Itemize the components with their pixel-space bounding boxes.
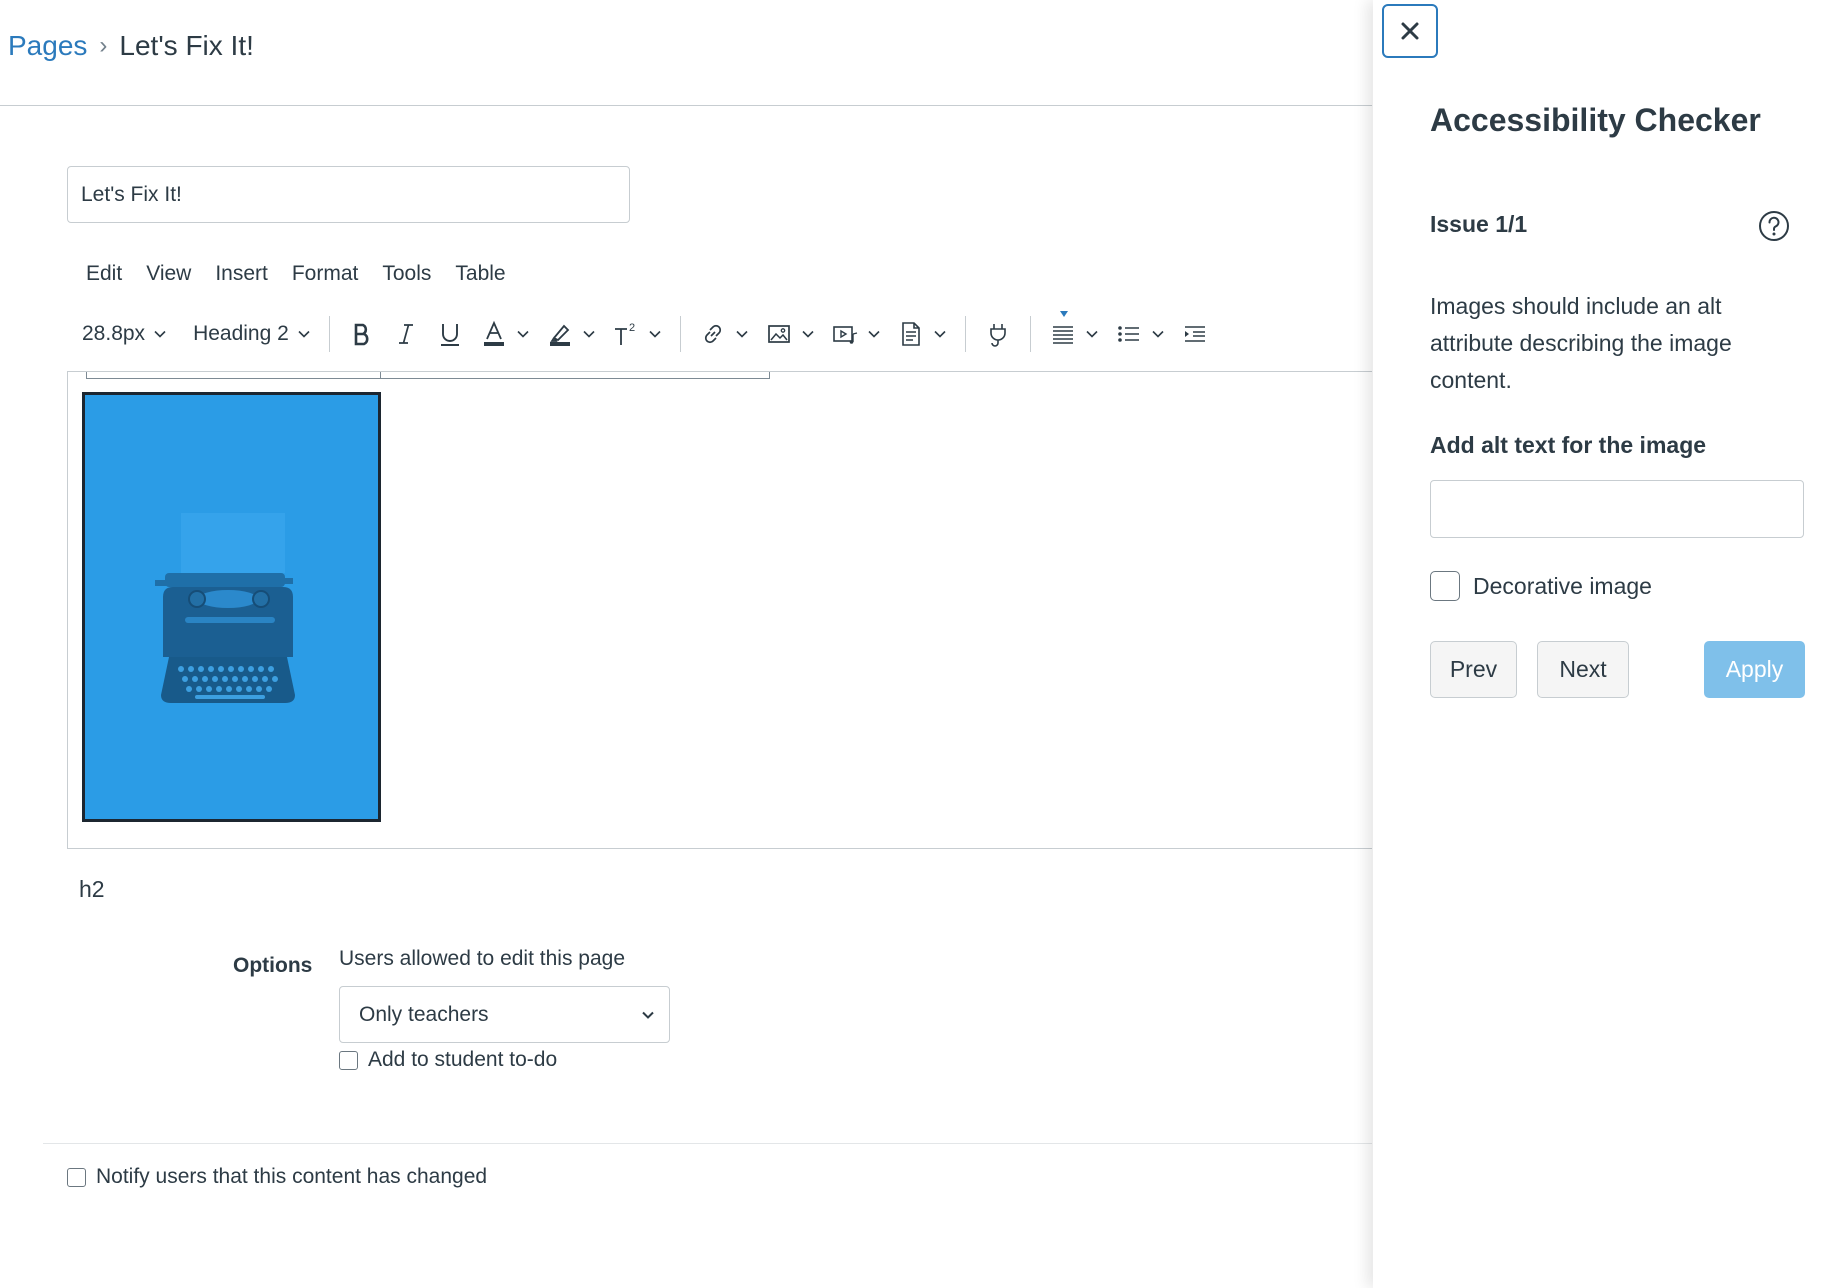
font-size-value: 28.8px xyxy=(82,322,146,345)
indent-icon xyxy=(1184,326,1205,342)
menu-edit[interactable]: Edit xyxy=(74,258,134,290)
menu-table[interactable]: Table xyxy=(443,258,517,290)
superscript-icon: 2 xyxy=(614,322,635,345)
align-dropdown[interactable] xyxy=(1041,311,1107,356)
edit-permission-value: Only teachers xyxy=(359,1002,489,1026)
alt-text-input[interactable] xyxy=(1430,480,1804,538)
chevron-down-icon xyxy=(517,330,529,338)
tray-title: Accessibility Checker xyxy=(1430,102,1761,138)
superscript-dropdown[interactable]: 2 xyxy=(604,312,670,356)
apply-button[interactable]: Apply xyxy=(1704,641,1805,698)
breadcrumb: Pages › Let's Fix It! xyxy=(8,30,254,62)
page-header: Pages › Let's Fix It! xyxy=(0,0,1372,106)
typewriter-image[interactable] xyxy=(82,392,381,822)
editor-content-area[interactable] xyxy=(67,371,1372,849)
svg-text:2: 2 xyxy=(629,322,635,334)
media-icon xyxy=(833,326,857,344)
editor-toolbar: 28.8px Heading 2 2 xyxy=(74,311,1364,356)
chevron-down-icon xyxy=(736,330,748,338)
link-dropdown[interactable] xyxy=(691,312,757,356)
italic-button[interactable] xyxy=(384,312,428,356)
text-color-dropdown[interactable] xyxy=(472,312,538,356)
media-dropdown[interactable] xyxy=(823,312,889,356)
chevron-down-icon xyxy=(642,1011,654,1019)
apps-button[interactable] xyxy=(976,312,1020,356)
notify-users-label[interactable]: Notify users that this content has chang… xyxy=(96,1165,487,1189)
underline-button[interactable] xyxy=(428,312,472,356)
notify-users-checkbox[interactable] xyxy=(67,1167,86,1187)
close-tray-button[interactable] xyxy=(1382,4,1438,58)
student-todo-checkbox[interactable] xyxy=(339,1050,358,1070)
next-button[interactable]: Next xyxy=(1537,641,1629,698)
decorative-image-label[interactable]: Decorative image xyxy=(1473,573,1652,600)
bullet-list-icon xyxy=(1118,326,1139,342)
document-icon xyxy=(902,322,920,346)
toolbar-divider xyxy=(679,316,681,352)
block-format-value: Heading 2 xyxy=(193,322,289,345)
indent-button[interactable] xyxy=(1173,312,1217,356)
breadcrumb-current: Let's Fix It! xyxy=(119,30,254,61)
chevron-down-icon xyxy=(649,330,661,338)
image-icon xyxy=(767,325,790,343)
alt-text-label: Add alt text for the image xyxy=(1430,432,1707,458)
close-icon xyxy=(1401,22,1419,40)
editor-status-path[interactable]: h2 xyxy=(79,876,105,903)
accessibility-checker-tray: Accessibility Checker Issue 1/1 Images s… xyxy=(1373,0,1845,1288)
image-dropdown[interactable] xyxy=(757,312,823,356)
chevron-down-icon xyxy=(934,330,946,338)
typewriter-illustration xyxy=(85,395,378,819)
decorative-image-checkbox[interactable] xyxy=(1430,571,1460,601)
text-color-icon xyxy=(483,320,504,346)
edit-permission-select[interactable]: Only teachers xyxy=(339,986,670,1043)
italic-icon xyxy=(398,324,413,344)
apps-plug-icon xyxy=(990,324,1006,347)
highlight-icon xyxy=(549,324,570,346)
options-label: Options xyxy=(233,954,313,977)
chevron-down-icon xyxy=(154,330,166,338)
notify-users-row: Notify users that this content has chang… xyxy=(67,1165,487,1189)
underline-icon xyxy=(440,324,459,346)
block-format-dropdown[interactable]: Heading 2 xyxy=(185,312,319,356)
active-indicator-icon xyxy=(1059,311,1068,317)
toolbar-divider xyxy=(964,316,966,352)
document-dropdown[interactable] xyxy=(889,312,955,356)
chevron-down-icon xyxy=(298,330,310,338)
edit-permission-label: Users allowed to edit this page xyxy=(339,947,625,970)
student-todo-label[interactable]: Add to student to-do xyxy=(368,1048,557,1072)
chevron-down-icon xyxy=(868,330,880,338)
bold-button[interactable] xyxy=(340,312,384,356)
menu-view[interactable]: View xyxy=(134,258,203,290)
chevron-down-icon xyxy=(1152,330,1164,338)
student-todo-row: Add to student to-do xyxy=(339,1048,557,1072)
prev-button[interactable]: Prev xyxy=(1430,641,1517,698)
menu-tools[interactable]: Tools xyxy=(370,258,443,290)
breadcrumb-separator: › xyxy=(99,32,108,59)
page-title-input[interactable] xyxy=(67,166,630,223)
font-size-dropdown[interactable]: 28.8px xyxy=(74,312,175,356)
decorative-image-row: Decorative image xyxy=(1430,571,1652,601)
highlight-color-dropdown[interactable] xyxy=(538,312,604,356)
help-icon[interactable] xyxy=(1758,210,1790,242)
align-icon xyxy=(1052,326,1073,344)
toolbar-divider xyxy=(328,316,330,352)
menu-format[interactable]: Format xyxy=(280,258,371,290)
breadcrumb-pages-link[interactable]: Pages xyxy=(8,30,87,62)
chevron-down-icon xyxy=(583,330,595,338)
chevron-down-icon xyxy=(1086,330,1098,338)
editor-menubar: Edit View Insert Format Tools Table xyxy=(74,258,518,290)
toolbar-divider xyxy=(1029,316,1031,352)
chevron-down-icon xyxy=(802,330,814,338)
menu-insert[interactable]: Insert xyxy=(203,258,280,290)
bold-icon xyxy=(354,323,369,346)
issue-message: Images should include an alt attribute d… xyxy=(1430,293,1732,393)
list-dropdown[interactable] xyxy=(1107,312,1173,356)
issue-counter: Issue 1/1 xyxy=(1430,211,1528,237)
table-border xyxy=(86,372,770,379)
divider xyxy=(43,1143,1372,1144)
link-icon xyxy=(704,324,721,344)
